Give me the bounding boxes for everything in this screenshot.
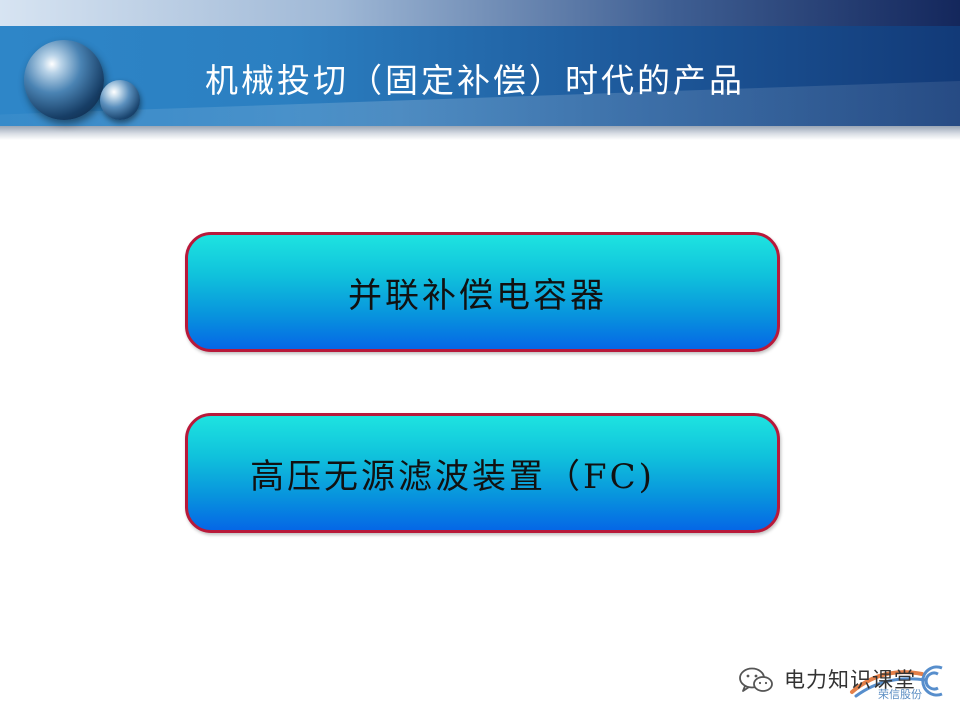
slide-title: 机械投切（固定补偿）时代的产品	[205, 61, 745, 100]
header-top-strip	[0, 0, 960, 26]
item-box-label: 高压无源滤波装置（FC)	[250, 456, 655, 497]
item-box-label: 并联补偿电容器	[348, 275, 607, 316]
header-shadow	[0, 126, 960, 140]
watermark: 电力知识课堂 荣信股份	[738, 660, 948, 701]
item-box-capacitor: 并联补偿电容器	[185, 232, 780, 352]
item-box-filter: 高压无源滤波装置（FC)	[185, 413, 780, 533]
decorative-sphere-large	[24, 40, 104, 120]
decorative-sphere-small	[100, 80, 140, 120]
logo-subtext: 荣信股份	[878, 688, 922, 701]
wechat-icon	[739, 667, 773, 692]
